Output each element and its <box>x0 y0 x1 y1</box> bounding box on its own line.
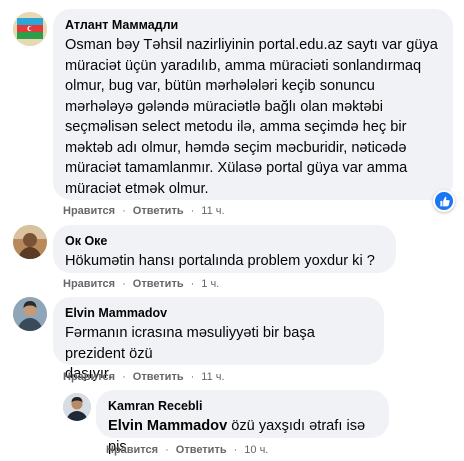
comment-timestamp[interactable]: 10 ч. <box>244 444 268 456</box>
avatar[interactable] <box>13 297 47 331</box>
comment-text: Osman bəy Təhsil nazirliyinin portal.edu… <box>65 37 438 197</box>
reply-link[interactable]: Ответить <box>133 371 184 383</box>
comment-bubble: Атлант Маммадли Osman bəy Təhsil nazirli… <box>53 9 453 200</box>
separator-dot: · <box>190 278 195 290</box>
reply-link[interactable]: Ответить <box>176 444 227 456</box>
comment-author[interactable]: Атлант Маммадли <box>65 17 441 33</box>
comment-actions: Нравится · Ответить · 1 ч. <box>63 278 219 290</box>
like-link[interactable]: Нравится <box>63 278 115 290</box>
comment-timestamp[interactable]: 1 ч. <box>201 278 219 290</box>
person-avatar-icon <box>13 297 47 331</box>
like-link[interactable]: Нравится <box>63 205 115 217</box>
like-link[interactable]: Нравится <box>106 444 158 456</box>
comment-actions: Нравится · Ответить · 11 ч. <box>63 371 225 383</box>
separator-dot: · <box>165 444 169 456</box>
comment-timestamp[interactable]: 11 ч. <box>201 371 224 383</box>
mention-link[interactable]: Elvin Mammadov <box>108 418 227 434</box>
avatar[interactable] <box>63 393 91 421</box>
reply-link[interactable]: Ответить <box>133 205 184 217</box>
reply-link[interactable]: Ответить <box>133 278 184 290</box>
comment-author[interactable]: Kamran Recebli <box>108 398 377 414</box>
comment-bubble: Elvin Mammadov Fərmanın icrasına məsuliy… <box>53 297 384 382</box>
separator-dot: · <box>190 371 195 383</box>
comment-author[interactable]: Ок Оке <box>65 233 384 249</box>
separator-dot: · <box>122 205 126 217</box>
comment-bubble: Kamran Recebli Elvin Mammadov özü yaxşıd… <box>96 390 389 455</box>
comment-bubble: Ок Оке Hökumətin hansı portalında proble… <box>53 225 396 273</box>
comment-actions: Нравится · Ответить · 10 ч. <box>106 444 268 456</box>
comment-actions: Нравится · Ответить · 11 ч. <box>63 205 225 217</box>
comment-author[interactable]: Elvin Mammadov <box>65 305 372 321</box>
comment-text: Hökumətin hansı portalında problem yoxdu… <box>65 253 375 269</box>
person-avatar-icon <box>63 393 91 421</box>
comment-timestamp[interactable]: 11 ч. <box>201 205 224 217</box>
like-link[interactable]: Нравится <box>63 371 115 383</box>
like-reaction-icon[interactable] <box>433 190 455 212</box>
separator-dot: · <box>233 444 238 456</box>
separator-dot: · <box>122 278 126 290</box>
separator-dot: · <box>190 205 195 217</box>
avatar[interactable] <box>13 225 47 259</box>
separator-dot: · <box>122 371 126 383</box>
flag-avatar-icon <box>13 12 47 46</box>
avatar[interactable] <box>13 12 47 46</box>
person-avatar-icon <box>13 225 47 259</box>
